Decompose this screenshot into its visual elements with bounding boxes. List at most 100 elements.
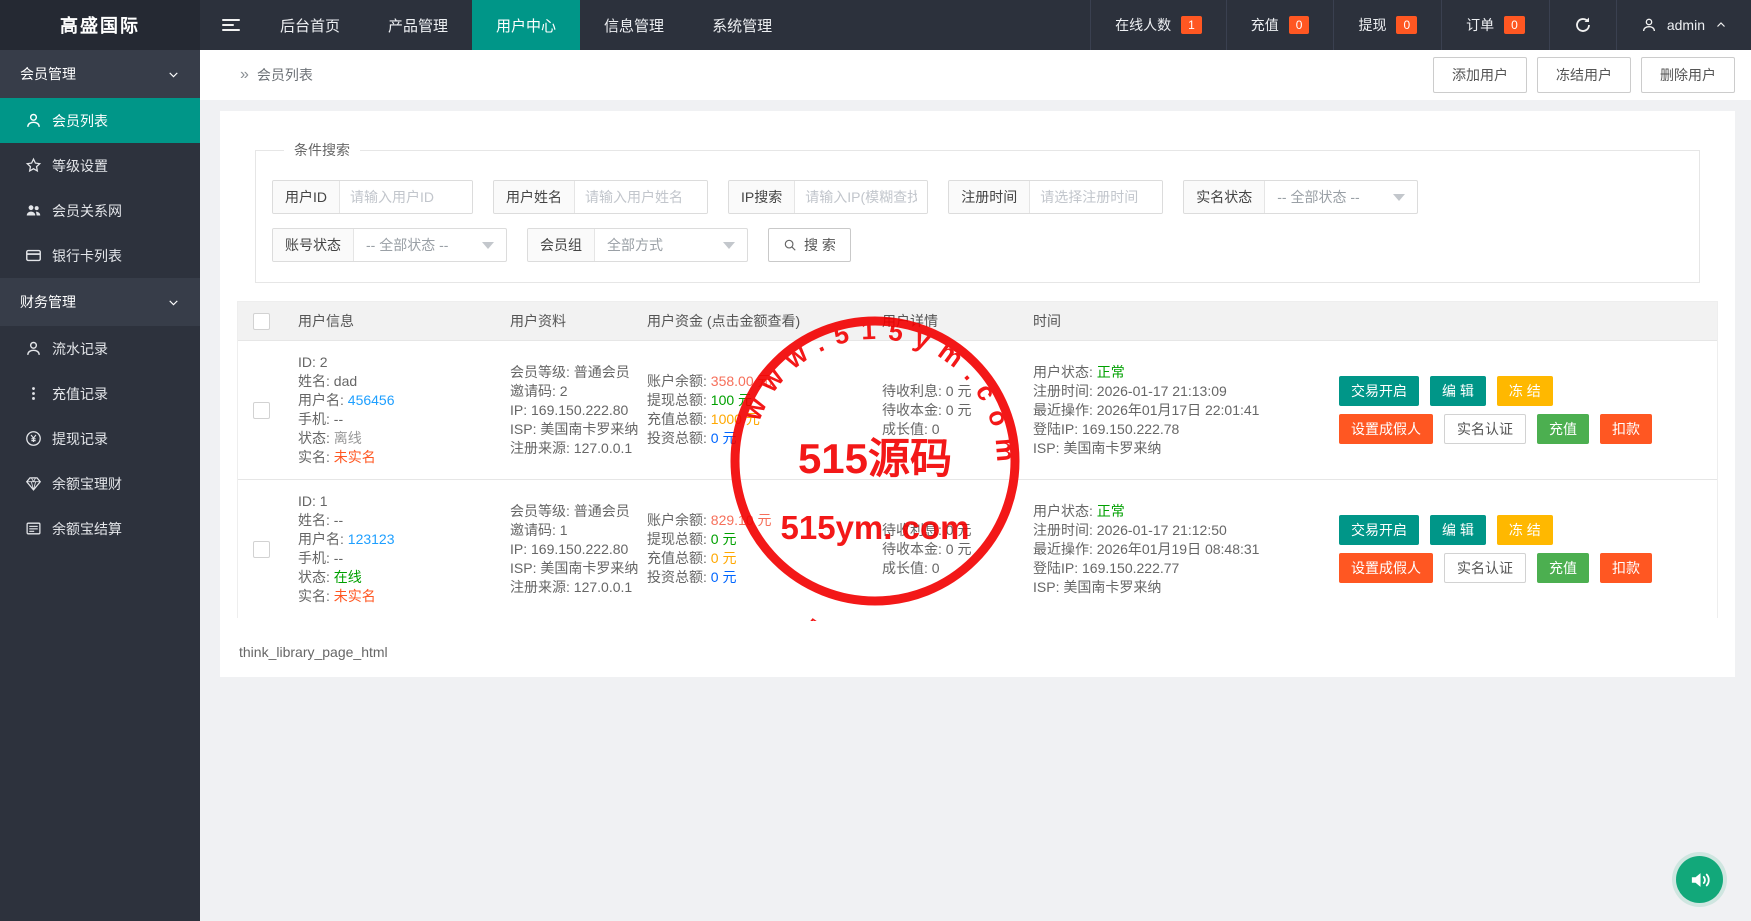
withdraw-amount-link[interactable]: 0 元: [711, 531, 737, 547]
deduct-button[interactable]: 扣款: [1600, 414, 1652, 444]
breadcrumb: » 会员列表: [240, 65, 313, 85]
edit-button[interactable]: 编 辑: [1430, 376, 1486, 406]
star-icon: [24, 157, 42, 175]
template-note: think_library_page_html: [239, 644, 388, 660]
search-icon: [783, 238, 797, 252]
edit-button[interactable]: 编 辑: [1430, 515, 1486, 545]
cell-actions: 交易开启 编 辑 冻 结 设置成假人 实名认证 充值 扣款: [1339, 376, 1717, 444]
ip-search-input[interactable]: [795, 181, 928, 213]
realname-verify-button[interactable]: 实名认证: [1444, 414, 1526, 444]
yen-circle-icon: [24, 430, 42, 448]
stat-withdraw[interactable]: 提现 0: [1333, 0, 1441, 50]
sidebar-item-flow-records[interactable]: 流水记录: [0, 326, 200, 371]
online-count-badge: 1: [1181, 15, 1202, 35]
support-float-button[interactable]: [1676, 856, 1723, 903]
cell-user-info: ID: 2 姓名: dad 用户名: 456456 手机: -- 状态: 离线 …: [298, 354, 395, 465]
recharge-amount-link[interactable]: 0 元: [711, 550, 737, 566]
username-link[interactable]: 123123: [348, 531, 395, 547]
cell-user-funds: 账户余额: 358.00 元 提现总额: 100 元 充值总额: 1000 元 …: [647, 373, 772, 446]
register-time-group: 注册时间: [948, 180, 1164, 214]
realname-verify-button[interactable]: 实名认证: [1444, 553, 1526, 583]
username: admin: [1666, 17, 1705, 33]
trade-toggle-button[interactable]: 交易开启: [1339, 515, 1419, 545]
user-menu[interactable]: admin: [1615, 0, 1751, 50]
realname-status: 未实名: [333, 449, 376, 465]
stat-recharge[interactable]: 充值 0: [1225, 0, 1334, 50]
stat-online-users[interactable]: 在线人数 1: [1090, 0, 1226, 50]
withdraw-amount-link[interactable]: 100 元: [711, 392, 752, 408]
list-icon: [24, 520, 42, 538]
recharge-amount-link[interactable]: 1000 元: [711, 411, 760, 427]
sidebar-item-yuebao-invest[interactable]: 余额宝理财: [0, 461, 200, 506]
page-title: 会员列表: [256, 67, 313, 83]
deduct-button[interactable]: 扣款: [1600, 553, 1652, 583]
cell-user-time: 用户状态: 正常 注册时间: 2026-01-17 21:13:09 最近操作:…: [1033, 363, 1260, 456]
search-button[interactable]: 搜 索: [768, 228, 851, 262]
cell-user-info: ID: 1 姓名: -- 用户名: 123123 手机: -- 状态: 在线 实…: [298, 493, 395, 604]
table-row: ID: 2 姓名: dad 用户名: 456456 手机: -- 状态: 离线 …: [238, 340, 1717, 479]
sidebar-item-recharge-records[interactable]: 充值记录: [0, 371, 200, 416]
freeze-user-button[interactable]: 冻结用户: [1537, 57, 1631, 93]
freeze-button[interactable]: 冻 结: [1496, 515, 1553, 545]
content-card: 条件搜索 用户ID 用户姓名 IP搜索 注册时间: [220, 111, 1735, 677]
username-link[interactable]: 456456: [348, 392, 395, 408]
tab-system[interactable]: 系统管理: [688, 0, 796, 50]
chevron-down-icon: [167, 68, 180, 81]
set-fake-button[interactable]: 设置成假人: [1339, 553, 1433, 583]
search-fieldset: 条件搜索 用户ID 用户姓名 IP搜索 注册时间: [255, 140, 1700, 283]
sidebar-group-finance[interactable]: 财务管理: [0, 278, 200, 326]
chevron-up-icon: [1715, 19, 1727, 31]
app-logo: 高盛国际: [0, 0, 200, 50]
select-all-checkbox[interactable]: [253, 312, 270, 330]
user-name-input[interactable]: [575, 181, 707, 213]
tab-dashboard[interactable]: 后台首页: [256, 0, 364, 50]
tab-user-center[interactable]: 用户中心: [472, 0, 581, 50]
invest-amount-link[interactable]: 0 元: [711, 569, 737, 585]
member-table: 用户信息 用户资料 用户资金 (点击金额查看) 用户详情 时间 ID: 2 姓名…: [237, 301, 1718, 618]
trade-toggle-button[interactable]: 交易开启: [1339, 376, 1419, 406]
user-icon: [1641, 17, 1657, 33]
sidebar-item-member-list[interactable]: 会员列表: [0, 98, 200, 143]
stat-orders[interactable]: 订单 0: [1441, 0, 1549, 50]
row-checkbox[interactable]: [253, 401, 270, 419]
sidebar-item-bank-cards[interactable]: 银行卡列表: [0, 233, 200, 278]
main-content: » 会员列表 添加用户 冻结用户 删除用户 条件搜索 用户ID 用户姓名: [200, 50, 1751, 677]
user-icon: [24, 340, 42, 358]
sidebar-item-yuebao-settle[interactable]: 余额宝结算: [0, 506, 200, 551]
account-status-select[interactable]: -- 全部状态 --: [354, 229, 506, 261]
freeze-button[interactable]: 冻 结: [1496, 376, 1553, 406]
dots-vertical-icon: [24, 385, 42, 403]
sidebar-item-level-settings[interactable]: 等级设置: [0, 143, 200, 188]
invest-amount-link[interactable]: 0 元: [711, 430, 737, 446]
register-time-input[interactable]: [1030, 181, 1163, 213]
account-status-group: 账号状态 -- 全部状态 --: [272, 228, 507, 262]
bank-card-icon: [24, 247, 42, 265]
delete-user-button[interactable]: 删除用户: [1641, 57, 1735, 93]
realname-status-select[interactable]: -- 全部状态 --: [1265, 181, 1417, 213]
tab-products[interactable]: 产品管理: [364, 0, 472, 50]
sidebar-item-withdraw-records[interactable]: 提现记录: [0, 416, 200, 461]
tab-information[interactable]: 信息管理: [580, 0, 688, 50]
sidebar-toggle-icon[interactable]: [200, 0, 256, 50]
refresh-icon[interactable]: [1548, 0, 1616, 50]
user-id-group: 用户ID: [272, 180, 473, 214]
recharge-button[interactable]: 充值: [1537, 414, 1589, 444]
breadcrumb-arrow: »: [240, 66, 249, 83]
user-id-input[interactable]: [340, 181, 472, 213]
cell-user-profile: 会员等级: 普通会员 邀请码: 2 IP: 169.150.222.80 ISP…: [510, 363, 639, 456]
add-user-button[interactable]: 添加用户: [1433, 57, 1527, 93]
ip-search-group: IP搜索: [728, 180, 929, 214]
row-checkbox[interactable]: [253, 540, 270, 558]
recharge-button[interactable]: 充值: [1537, 553, 1589, 583]
user-name-group: 用户姓名: [493, 180, 708, 214]
caret-down-icon: [723, 241, 735, 249]
online-status: 离线: [333, 430, 362, 446]
sidebar-item-member-network[interactable]: 会员关系网: [0, 188, 200, 233]
sidebar-group-members[interactable]: 会员管理: [0, 50, 200, 98]
voice-broadcast-icon: [1687, 867, 1713, 893]
set-fake-button[interactable]: 设置成假人: [1339, 414, 1433, 444]
balance-amount-link[interactable]: 829.10 元: [711, 512, 772, 528]
caret-down-icon: [482, 241, 494, 249]
balance-amount-link[interactable]: 358.00 元: [711, 373, 772, 389]
member-group-select[interactable]: 全部方式: [595, 229, 747, 261]
